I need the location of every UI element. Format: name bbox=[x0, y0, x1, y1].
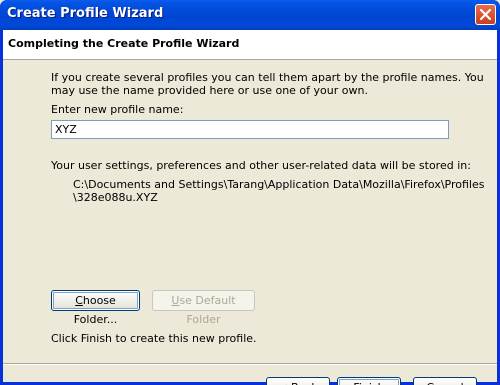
finish-button[interactable]: Finish bbox=[337, 377, 401, 385]
back-label: ack bbox=[299, 381, 318, 385]
title-bar[interactable]: Create Profile Wizard bbox=[0, 0, 500, 30]
intro-line-1: If you create several profiles you can t… bbox=[51, 71, 484, 84]
choose-folder-button[interactable]: Choose Folder... bbox=[51, 290, 140, 326]
storage-path-line-2: \328e088u.XYZ bbox=[73, 191, 158, 204]
back-button[interactable]: < Back bbox=[266, 377, 330, 385]
intro-line-2: may use the name provided here or use on… bbox=[51, 84, 368, 97]
use-default-folder-label: se Default Folder bbox=[179, 294, 236, 326]
wizard-header: Completing the Create Profile Wizard bbox=[3, 30, 497, 60]
storage-path-line-1: C:\Documents and Settings\Tarang\Applica… bbox=[73, 178, 485, 191]
page-title: Completing the Create Profile Wizard bbox=[8, 37, 240, 50]
profile-name-label: Enter new profile name: bbox=[51, 103, 184, 116]
wizard-content: If you create several profiles you can t… bbox=[3, 61, 497, 385]
finish-instruction: Click Finish to create this new profile. bbox=[51, 332, 257, 345]
profile-name-input[interactable] bbox=[51, 120, 449, 139]
cancel-button[interactable]: Cancel bbox=[413, 377, 477, 385]
back-prefix: < bbox=[278, 381, 291, 385]
storage-location-label: Your user settings, preferences and othe… bbox=[51, 159, 471, 172]
window-title: Create Profile Wizard bbox=[7, 6, 164, 21]
intro-text: If you create several profiles you can t… bbox=[51, 71, 484, 97]
back-accel: B bbox=[291, 381, 299, 385]
wizard-window: Create Profile Wizard Completing the Cre… bbox=[0, 0, 500, 385]
button-separator bbox=[3, 363, 497, 365]
choose-folder-accel: C bbox=[75, 294, 83, 307]
storage-path: C:\Documents and Settings\Tarang\Applica… bbox=[73, 178, 485, 204]
close-button[interactable] bbox=[475, 4, 496, 25]
use-default-folder-button[interactable]: Use Default Folder bbox=[152, 290, 255, 326]
wizard-body: Completing the Create Profile Wizard If … bbox=[3, 30, 497, 385]
